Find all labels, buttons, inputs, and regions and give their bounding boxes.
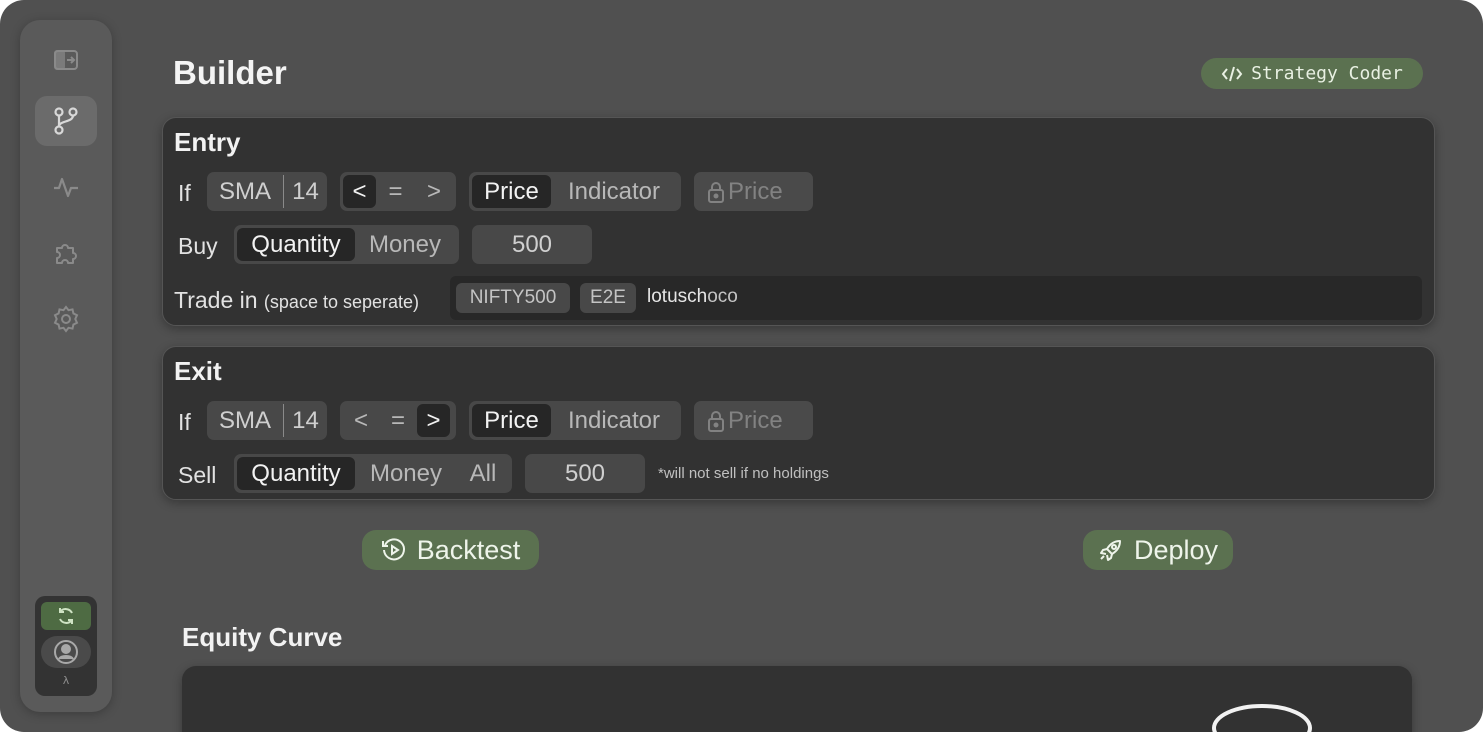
entry-locked-price-label: Price — [728, 177, 783, 205]
entry-title: Entry — [174, 127, 241, 157]
sidebar-item-builder[interactable] — [35, 96, 97, 146]
backtest-label: Backtest — [416, 534, 521, 565]
user-avatar[interactable] — [41, 636, 91, 668]
exit-panel: Exit If SMA 14 < = > Price Indicator Pri… — [162, 346, 1435, 500]
trade-in-text: Trade in — [174, 287, 258, 313]
strategy-coder-label: Strategy Coder — [1251, 63, 1403, 84]
entry-comparator-toggle: < = > — [340, 172, 456, 211]
sidebar: λ — [20, 20, 112, 712]
exit-amount-input[interactable]: 500 — [525, 454, 645, 493]
entry-if-label: If — [178, 180, 191, 206]
exit-title: Exit — [174, 356, 222, 386]
rocket-icon — [1098, 537, 1124, 563]
sidebar-toggle-icon — [53, 49, 79, 71]
entry-trade-in-label: Trade in (space to seperate) — [174, 287, 419, 314]
app-window: λ Builder Strategy Coder Entry If SMA 14… — [0, 0, 1483, 732]
sync-button[interactable] — [41, 602, 91, 630]
sidebar-item-plugins[interactable] — [35, 228, 97, 278]
exit-mode-price[interactable]: Price — [472, 404, 551, 437]
exit-comparator-lt[interactable]: < — [343, 404, 379, 437]
entry-mode-indicator[interactable]: Indicator — [551, 175, 677, 208]
user-avatar-icon — [53, 639, 79, 665]
entry-amount-mode-toggle: Quantity Money — [234, 225, 459, 264]
activity-icon — [52, 175, 80, 199]
sidebar-item-settings[interactable] — [35, 294, 97, 344]
entry-comparator-lt[interactable]: < — [343, 175, 376, 208]
trade-in-hint: (space to seperate) — [263, 292, 420, 312]
typed-text: lotusch — [647, 286, 708, 307]
entry-comparator-eq[interactable]: = — [376, 175, 415, 208]
deploy-label: Deploy — [1133, 534, 1219, 565]
symbols-input[interactable]: NIFTY500 E2E lotuschoco — [450, 276, 1422, 320]
exit-period-input[interactable]: 14 — [284, 407, 327, 435]
entry-amount-quantity[interactable]: Quantity — [237, 228, 355, 261]
code-icon — [1221, 65, 1243, 83]
exit-amount-mode-toggle: Quantity Money All — [234, 454, 512, 493]
entry-amount-input[interactable]: 500 — [472, 225, 592, 264]
strategy-coder-button[interactable]: Strategy Coder — [1201, 58, 1423, 89]
lock-icon — [707, 180, 725, 204]
deploy-button[interactable]: Deploy — [1083, 530, 1233, 570]
lambda-label: λ — [62, 674, 70, 687]
symbols-typed-text: lotuschoco — [647, 286, 738, 308]
entry-indicator-name: SMA — [218, 177, 271, 205]
entry-panel: Entry If SMA 14 < = > Price Indicator Pr… — [162, 117, 1435, 326]
symbol-tag[interactable]: E2E — [580, 283, 636, 313]
git-branch-icon — [52, 106, 80, 136]
gear-icon — [52, 305, 80, 333]
exit-sell-label: Sell — [178, 462, 217, 488]
sync-icon — [56, 606, 76, 626]
equity-curve-canvas — [1212, 704, 1312, 732]
exit-note: *will not sell if no holdings — [658, 465, 829, 482]
backtest-button[interactable]: Backtest — [362, 530, 539, 570]
exit-comparator-eq[interactable]: = — [379, 404, 417, 437]
entry-compare-mode-toggle: Price Indicator — [469, 172, 681, 211]
exit-mode-indicator[interactable]: Indicator — [551, 404, 677, 437]
exit-locked-price-label: Price — [728, 406, 783, 434]
exit-price-locked-field: Price — [694, 401, 813, 440]
entry-period-input[interactable]: 14 — [284, 178, 327, 206]
exit-compare-mode-toggle: Price Indicator — [469, 401, 681, 440]
exit-amount-all[interactable]: All — [457, 457, 509, 490]
sidebar-toggle-button[interactable] — [35, 35, 97, 85]
entry-mode-price[interactable]: Price — [472, 175, 551, 208]
autocomplete-suggestion: oco — [707, 286, 738, 307]
entry-indicator-select[interactable]: SMA 14 — [207, 172, 327, 211]
puzzle-icon — [52, 239, 80, 267]
exit-indicator-select[interactable]: SMA 14 — [207, 401, 327, 440]
exit-amount-money[interactable]: Money — [355, 457, 457, 490]
exit-comparator-toggle: < = > — [340, 401, 456, 440]
entry-comparator-gt[interactable]: > — [415, 175, 453, 208]
exit-amount-quantity[interactable]: Quantity — [237, 457, 355, 490]
page-title: Builder — [173, 54, 287, 91]
play-circle-icon — [381, 537, 407, 563]
entry-amount-money[interactable]: Money — [355, 228, 455, 261]
equity-curve-panel — [182, 666, 1412, 732]
exit-indicator-name: SMA — [218, 406, 271, 434]
symbol-tag[interactable]: NIFTY500 — [456, 283, 570, 313]
exit-comparator-gt[interactable]: > — [417, 404, 450, 437]
sidebar-item-activity[interactable] — [35, 162, 97, 212]
lock-icon — [707, 409, 725, 433]
sidebar-footer: λ — [35, 596, 97, 696]
entry-price-locked-field: Price — [694, 172, 813, 211]
exit-if-label: If — [178, 409, 191, 435]
entry-buy-label: Buy — [178, 233, 218, 259]
equity-curve-line — [1212, 704, 1312, 732]
equity-curve-title: Equity Curve — [182, 622, 343, 652]
